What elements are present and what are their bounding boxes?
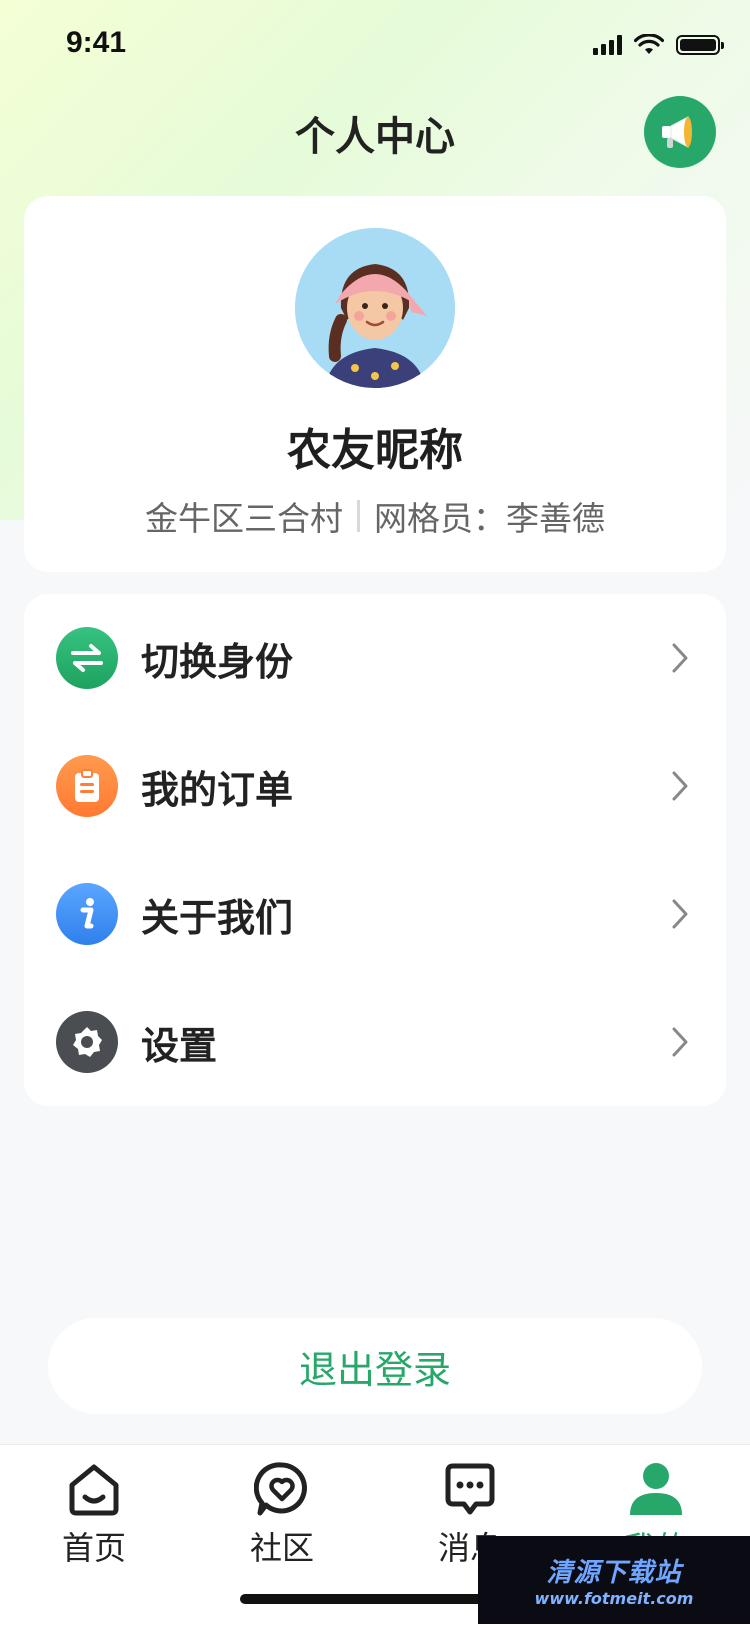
user-nickname: 农友昵称 [287, 425, 463, 476]
menu-item-label: 切换身份 [141, 639, 294, 684]
signal-icon [593, 35, 622, 55]
profile-card: 农友昵称 金牛区三合村 网格员：李善德 [24, 196, 726, 572]
person-icon [630, 1463, 682, 1515]
chevron-right-icon [672, 643, 688, 673]
heart-bubble-icon [254, 1462, 307, 1516]
megaphone-icon [662, 116, 692, 148]
logout-button[interactable]: 退出登录 [48, 1318, 702, 1414]
home-icon [69, 1464, 119, 1516]
gear-icon [56, 1011, 118, 1073]
avatar[interactable] [295, 228, 455, 388]
avatar-illustration [295, 228, 455, 388]
watermark-text: 清源下载站 [546, 1558, 682, 1588]
tab-label: 社区 [249, 1529, 314, 1567]
wifi-icon [634, 34, 664, 54]
info-icon [56, 883, 118, 945]
menu-card: 切换身份 我的订单 关于我们 设置 [24, 594, 726, 1106]
grid-officer: 网格员：李善德 [374, 499, 605, 538]
user-location: 金牛区三合村 [145, 499, 343, 538]
tab-home[interactable]: 首页 [24, 1461, 164, 1581]
status-bar: 9:41 [0, 0, 750, 88]
chevron-right-icon [672, 771, 688, 801]
menu-item-label: 我的订单 [141, 767, 294, 812]
megaphone-button[interactable] [644, 96, 716, 168]
status-time: 9:41 [66, 26, 127, 59]
menu-item-label: 设置 [141, 1023, 218, 1068]
tab-community[interactable]: 社区 [212, 1461, 352, 1581]
chevron-right-icon [672, 899, 688, 929]
subline-divider [357, 500, 360, 532]
home-indicator [240, 1594, 510, 1604]
menu-item-my-orders[interactable]: 我的订单 [24, 722, 726, 850]
menu-item-switch-identity[interactable]: 切换身份 [24, 594, 726, 722]
page-title: 个人中心 [295, 114, 455, 160]
user-subline: 金牛区三合村 网格员：李善德 [24, 492, 726, 540]
status-icons [593, 34, 724, 56]
clipboard-icon [56, 755, 118, 817]
menu-item-about-us[interactable]: 关于我们 [24, 850, 726, 978]
tab-label: 首页 [61, 1529, 126, 1567]
chat-icon [445, 1463, 495, 1515]
chevron-right-icon [672, 1027, 688, 1057]
battery-icon [676, 35, 724, 55]
menu-item-label: 关于我们 [141, 895, 294, 940]
switch-identity-icon [56, 627, 118, 689]
watermark-logo: 清源下载站 www.fotmeit.com [478, 1536, 750, 1624]
menu-item-settings[interactable]: 设置 [24, 978, 726, 1106]
watermark-url: www.fotmeit.com [534, 1589, 694, 1608]
